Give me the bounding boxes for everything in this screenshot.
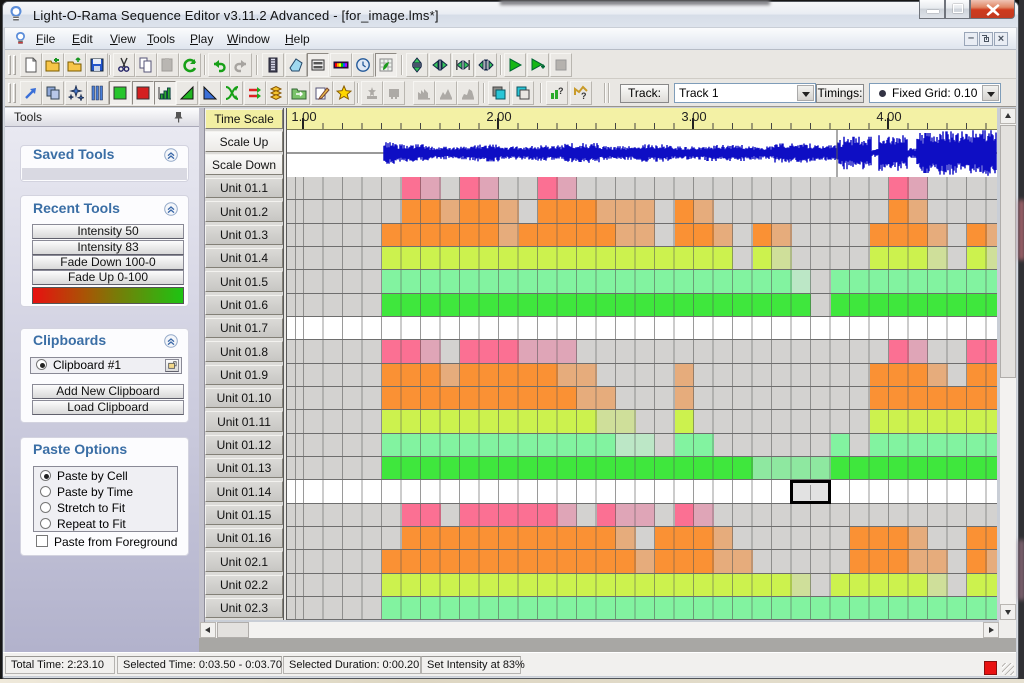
svg-text:?: ? xyxy=(558,86,564,96)
svg-text:?: ? xyxy=(581,91,587,101)
